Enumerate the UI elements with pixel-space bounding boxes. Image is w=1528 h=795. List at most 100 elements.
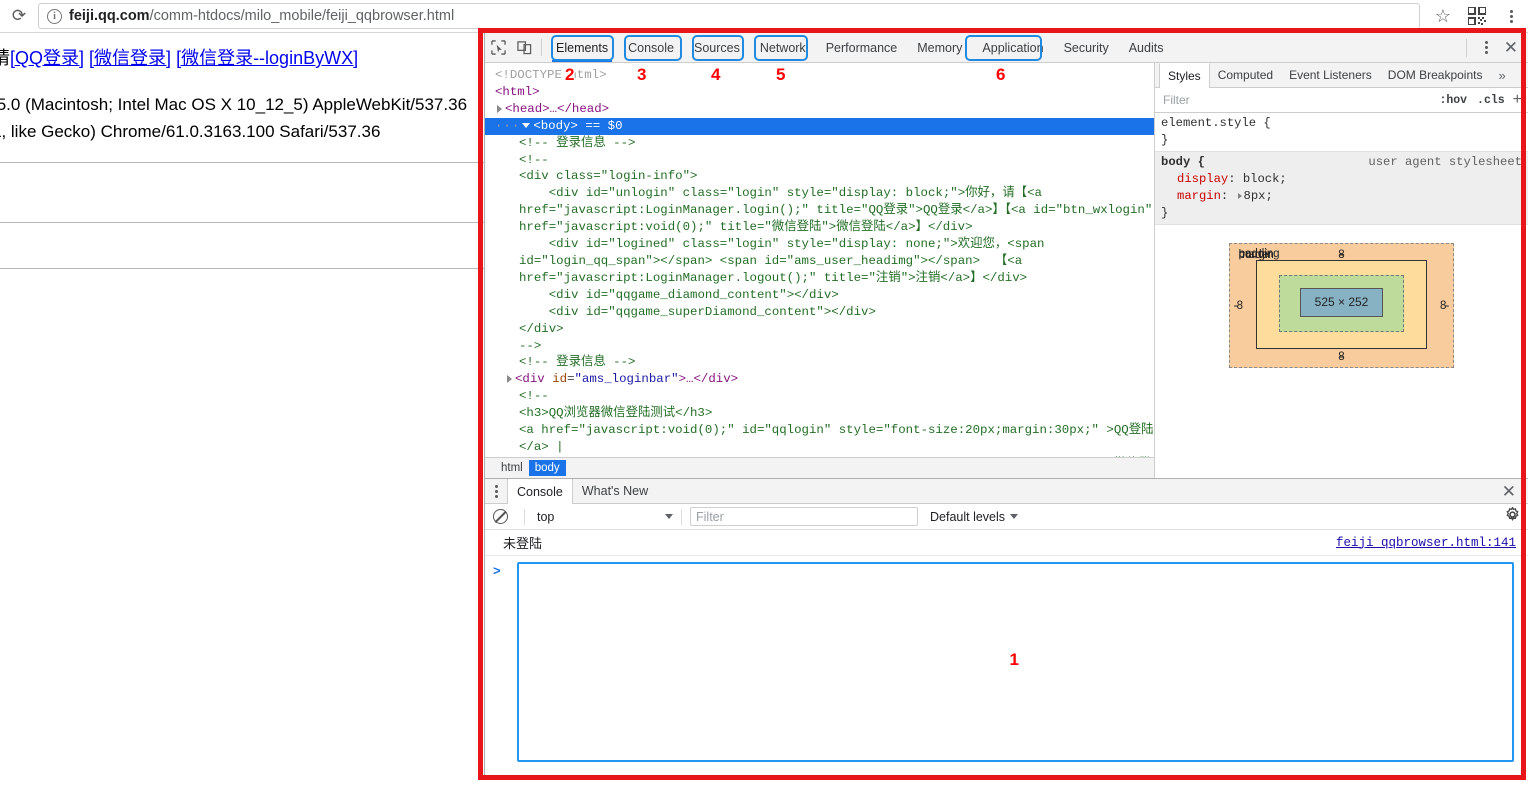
dom-line-wxlogin[interactable]: <a href="javascript:void(0);" id="wxlogi… [485,456,1154,458]
dom-line-qqlogin[interactable]: <a href="javascript:void(0);" id="qqlogi… [485,422,1154,456]
dom-line-comment-open-2[interactable]: <!-- [485,388,1154,405]
box-model-padding[interactable]: padding - - - - 525 × 252 [1234,248,1450,363]
console-toolbar-divider-2 [681,508,682,525]
drawer-menu-icon[interactable] [485,479,507,503]
box-model-diagram[interactable]: margin 8 8 8 8 border - - - - padding - … [1228,243,1455,368]
margin-expander-icon[interactable] [1237,192,1242,199]
dom-line-h3[interactable]: <h3>QQ浏览器微信登陆测试</h3> [485,405,1154,422]
dom-line-logined[interactable]: <div id="logined" class="login" style="d… [485,236,1154,287]
console-toolbar-divider-1 [524,508,525,525]
box-model-content[interactable]: 525 × 252 [1299,288,1384,317]
style-rule-element-style[interactable]: element.style { } [1155,113,1528,151]
divider-3 [0,268,484,269]
styles-tab-event-listeners[interactable]: Event Listeners [1281,63,1380,87]
dom-line-ams-loginbar[interactable]: <div id="ams_loginbar">…</div> [485,371,1154,388]
dom-line-comment-2[interactable]: <!-- 登录信息 --> [485,354,1154,371]
dom-qqlogin-text: <a href="javascript:void(0);" id="qqlogi… [519,423,1154,454]
styles-tab-styles[interactable]: Styles [1159,63,1210,88]
dom-tree[interactable]: <!DOCTYPE html> <html> <head>…</head> ··… [485,63,1154,457]
drawer-tab-whats-new[interactable]: What's New [573,479,657,503]
clear-console-icon[interactable] [493,509,508,524]
dom-line-comment-close[interactable]: --> [485,338,1154,355]
console-settings-gear-icon[interactable] [1505,505,1520,527]
drawer-tab-console[interactable]: Console [507,479,573,504]
page-login-line: 请[QQ登录] [微信登录] [微信登录--loginByWX] [0,44,358,70]
decl-display[interactable]: display: block; [1161,171,1528,188]
dom-line-comment-open[interactable]: <!-- [485,152,1154,169]
console-levels-select[interactable]: Default levels [930,510,1019,524]
dom-line-doctype[interactable]: <!DOCTYPE html> [485,67,1154,84]
user-agent-origin-label: user agent stylesheet [1368,155,1522,169]
tab-application[interactable]: Application [972,33,1053,62]
console-context-select[interactable]: top [533,507,673,527]
gear-glyph [1506,505,1519,521]
styles-more-tabs-icon[interactable]: » [1490,63,1513,87]
console-input-field[interactable]: 1 [517,562,1514,762]
box-model-border[interactable]: border - - - - padding - - - - 525 × 252 [1234,248,1450,363]
dom-line-login-info[interactable]: <div class="login-info"> [485,168,1154,185]
box-model-padding-left[interactable]: - [1234,298,1238,315]
divider-2 [0,222,484,223]
dom-line-body-selected[interactable]: ··· <body> == $0 [485,117,1154,135]
browser-menu-icon[interactable] [1494,1,1528,31]
tab-security[interactable]: Security [1054,33,1119,62]
console-filter-input[interactable]: Filter [690,507,918,526]
breadcrumb-html[interactable]: html [495,460,529,476]
tab-console[interactable]: Console [618,33,684,62]
console-prompt-row: > 1 [485,556,1528,762]
url-path: /comm-htdocs/milo_mobile/feiji_qqbrowser… [149,8,455,24]
console-message-source-link[interactable]: feiji_qqbrowser.html:141 [1336,536,1516,550]
decl-margin[interactable]: margin: 8px; [1161,188,1528,205]
dom-div-close-text: </div> [519,321,564,336]
qq-login-link[interactable]: [QQ登录] [10,48,84,68]
box-model-margin[interactable]: margin 8 8 8 8 border - - - - padding - … [1228,243,1455,368]
devtools-close-icon[interactable]: ✕ [1500,39,1522,56]
devtools-window: Elements Console Sources Network Perform… [484,33,1528,778]
dom-line-head[interactable]: <head>…</head> [485,101,1154,118]
inspect-element-icon[interactable] [485,33,511,62]
dom-line-unlogin[interactable]: <div id="unlogin" class="login" style="d… [485,185,1154,236]
console-toolbar: top Filter Default levels [485,504,1528,530]
devtools-menu-icon[interactable] [1474,41,1500,54]
tab-audits[interactable]: Audits [1119,33,1174,62]
console-message[interactable]: 未登陆 feiji_qqbrowser.html:141 [485,530,1528,556]
new-style-rule-button[interactable]: + [1513,92,1522,108]
styles-tab-computed[interactable]: Computed [1210,63,1281,87]
box-model-padding-bottom[interactable]: - [1229,349,1455,366]
styles-filter-input[interactable]: Filter [1163,93,1439,107]
wechat-login-link[interactable]: [微信登录] [89,48,171,68]
class-editor-button[interactable]: .cls [1477,94,1505,107]
hover-state-button[interactable]: :hov [1439,94,1467,107]
breadcrumb-body[interactable]: body [528,460,566,476]
dom-line-superdiamond[interactable]: <div id="qqgame_superDiamond_content"></… [485,304,1154,321]
expand-triangle-icon-2[interactable] [507,375,512,384]
wechat-loginbywx-link[interactable]: [微信登录--loginByWX] [176,48,358,68]
drawer-close-icon[interactable]: ✕ [1498,483,1520,500]
expand-triangle-icon[interactable] [497,104,502,113]
box-model-padding-right[interactable]: - [1446,298,1450,315]
style-rule-body[interactable]: body { user agent stylesheet display: bl… [1155,151,1528,225]
tab-elements-label: Elements [556,40,609,55]
address-bar[interactable]: i feiji.qq.com/comm-htdocs/milo_mobile/f… [38,3,1420,29]
collapse-triangle-icon[interactable] [522,122,531,128]
qr-code-icon[interactable] [1460,1,1494,31]
tab-performance[interactable]: Performance [816,33,908,62]
reload-icon[interactable]: ⟳ [4,1,34,31]
styles-tab-dom-breakpoints[interactable]: DOM Breakpoints [1380,63,1491,87]
dom-line-div-close[interactable]: </div> [485,321,1154,338]
drawer-tab-strip: Console What's New ✕ [485,479,1528,504]
element-style-selector: element.style { [1161,116,1271,130]
tab-network[interactable]: Network [750,33,816,62]
dom-line-diamond[interactable]: <div id="qqgame_diamond_content"></div> [485,287,1154,304]
element-style-close: } [1161,133,1169,147]
dom-line-html[interactable]: <html> [485,84,1154,101]
tab-security-label: Security [1063,40,1109,55]
box-model-padding-top[interactable]: - [1229,246,1455,263]
star-icon[interactable]: ☆ [1426,1,1460,31]
device-toolbar-icon[interactable] [511,33,537,62]
tab-elements[interactable]: Elements [546,33,618,62]
dom-line-comment-1[interactable]: <!-- 登录信息 --> [485,135,1154,152]
styles-rules-list: element.style { } body { user agent styl… [1155,113,1528,478]
tab-sources[interactable]: Sources [684,33,750,62]
tab-memory[interactable]: Memory [907,33,972,62]
